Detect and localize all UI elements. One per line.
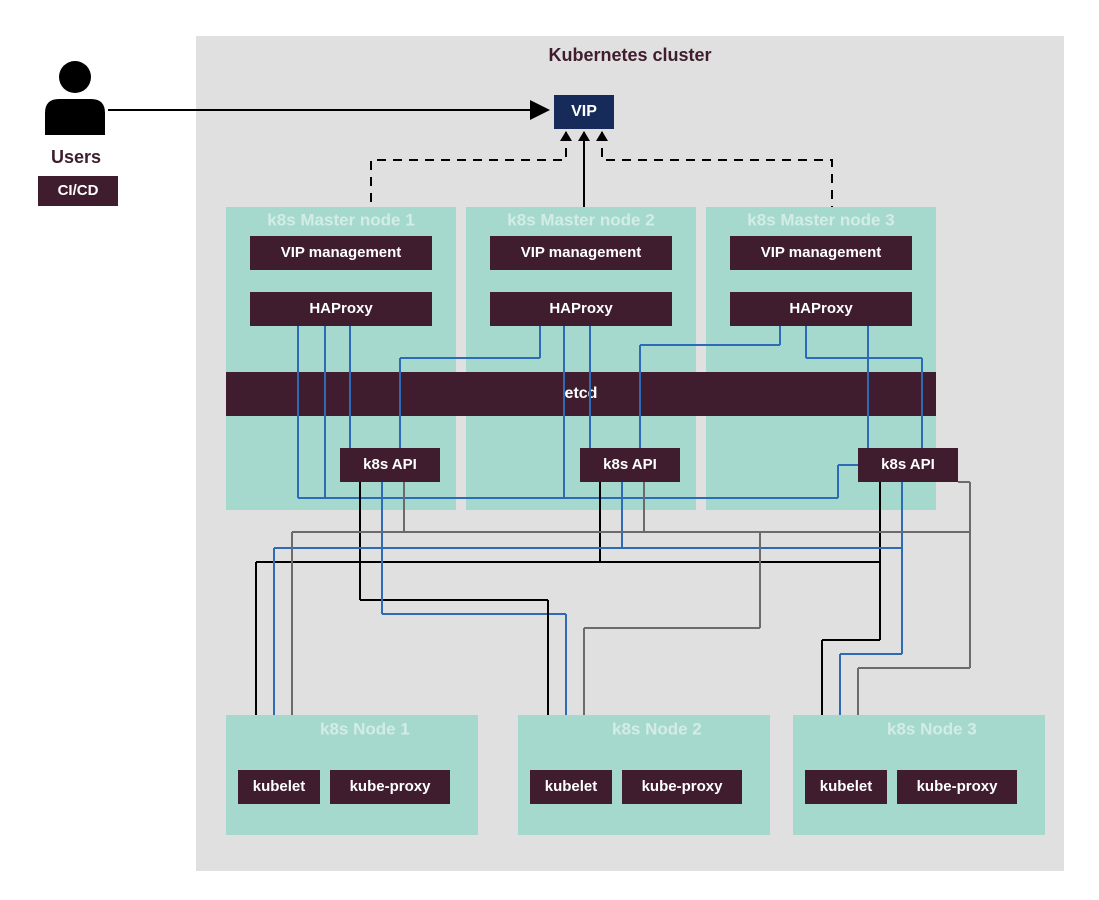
node1-kubelet-label: kubelet [253,778,306,795]
master3-title: k8s Master node 3 [747,210,894,229]
users-label: Users [51,147,101,167]
vip-label: VIP [571,103,597,120]
node2-kubelet-label: kubelet [545,778,598,795]
master3-api-label: k8s API [881,456,935,473]
master1-vipmgmt-label: VIP management [281,244,402,261]
master2-title: k8s Master node 2 [507,210,654,229]
master3-vipmgmt-label: VIP management [761,244,882,261]
master1-haproxy-label: HAProxy [309,300,373,317]
etcd-label: etcd [565,385,598,402]
node3-kubelet-label: kubelet [820,778,873,795]
master2-haproxy-label: HAProxy [549,300,613,317]
node1-kubeproxy-label: kube-proxy [350,778,432,795]
node2-kubeproxy-label: kube-proxy [642,778,724,795]
node2-title: k8s Node 2 [612,719,702,738]
cluster-title: Kubernetes cluster [548,45,711,65]
master2-vipmgmt-label: VIP management [521,244,642,261]
master3-haproxy-label: HAProxy [789,300,853,317]
master2-api-label: k8s API [603,456,657,473]
cicd-label: CI/CD [58,182,99,199]
node3-kubeproxy-label: kube-proxy [917,778,999,795]
master1-api-label: k8s API [363,456,417,473]
node1-title: k8s Node 1 [320,719,410,738]
master1-title: k8s Master node 1 [267,210,414,229]
users-icon [45,61,105,135]
node3-title: k8s Node 3 [887,719,977,738]
